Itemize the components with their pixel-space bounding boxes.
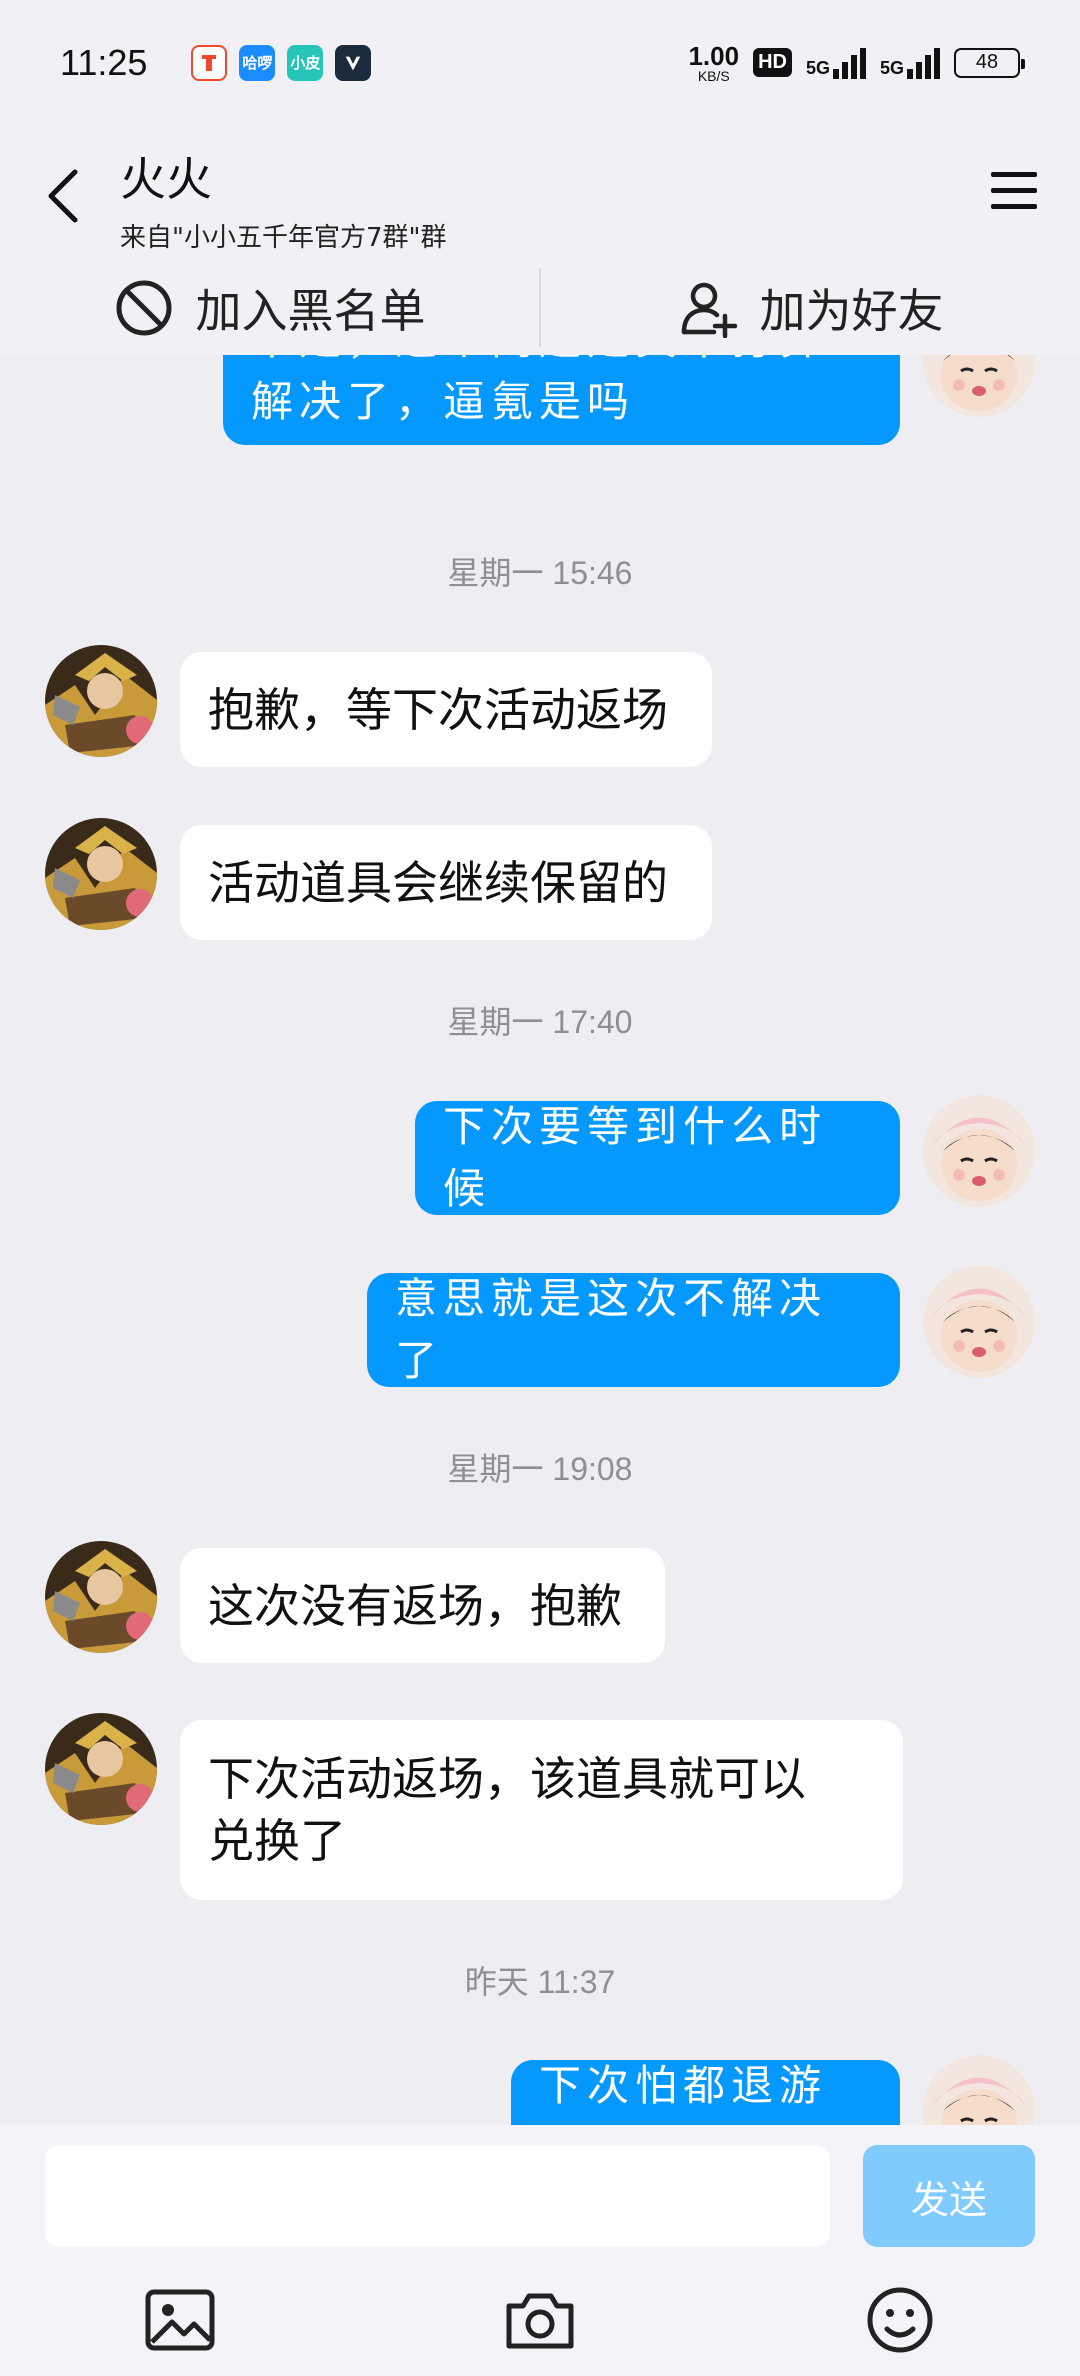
self-avatar[interactable] [923,355,1035,417]
message-list[interactable]: 不是，这个问题是真不打算解决了，逼氪是吗 星期一 15:46 抱歉，等下次活动返… [0,355,1080,2125]
battery-level: 48 [975,51,999,73]
hamburger-menu-icon [991,172,1037,209]
signal-bars-icon [832,47,866,79]
add-friend-label: 加为好友 [759,283,944,338]
network-type-2: 5G [879,57,904,78]
contact-source: 来自"小小五千年官方7群"群 [120,223,447,253]
signal-1: 5G [806,47,866,79]
contact-avatar[interactable] [45,1541,157,1653]
signal-bars-icon [907,47,940,79]
title-block: 火火 来自"小小五千年官方7群"群 [120,143,446,254]
message-bubble-outgoing[interactable]: 下次怕都退游了 [511,2060,900,2125]
message-text: 下次怕都退游了 [539,2061,828,2125]
message-text: 下次要等到什么时候 [443,1102,828,1213]
message-bubble-outgoing[interactable]: 不是，这个问题是真不打算解决了，逼氪是吗 [223,355,900,445]
app-icon-dark-v [335,44,372,81]
message-bubble-incoming[interactable]: 活动道具会继续保留的 [180,825,712,940]
smiley-icon [867,2287,933,2353]
app-icon-blue-haluo: 哈啰 [239,44,276,81]
camera-button[interactable] [500,2280,580,2360]
message-text: 不是，这个问题是真不打算解决了，逼氪是吗 [251,355,821,426]
net-speed: 1.00 KB/S [688,43,739,83]
hd-badge: HD [753,48,792,77]
chat-header: 火火 来自"小小五千年官方7群"群 [0,125,1080,260]
contact-avatar[interactable] [45,1713,157,1825]
contact-avatar[interactable] [45,818,157,930]
app-icon-teal-xiaopi: 小皮 [287,44,324,81]
action-bar: 加入黑名单 加为好友 [0,260,1080,355]
chevron-left-icon [48,169,78,223]
net-speed-unit: KB/S [697,67,730,84]
add-to-blacklist-button[interactable]: 加入黑名单 [0,260,539,355]
status-indicators: 1.00 KB/S HD 5G 5G 48 [688,43,1025,83]
camera-icon [506,2293,574,2349]
status-time: 11:25 [60,41,148,83]
net-speed-value: 1.00 [688,40,740,71]
add-user-icon [681,282,737,338]
message-text: 意思就是这次不解决了 [395,1274,828,1385]
blacklist-label: 加入黑名单 [195,283,426,338]
message-bubble-incoming[interactable]: 抱歉，等下次活动返场 [180,652,712,767]
contact-avatar[interactable] [45,645,157,757]
message-bubble-outgoing[interactable]: 下次要等到什么时候 [415,1101,900,1215]
back-button[interactable] [38,161,88,231]
message-bubble-incoming[interactable]: 下次活动返场，该道具就可以兑换了 [180,1720,903,1900]
send-button[interactable]: 发送 [863,2145,1035,2247]
status-bar: 11:25 哈啰 小皮 1.00 KB/S HD 5G 5G 48 [0,0,1080,125]
message-bubble-incoming[interactable]: 这次没有返场，抱歉 [180,1548,665,1663]
timestamp: 星期一 17:40 [447,1004,633,1040]
block-icon [116,280,171,335]
menu-button[interactable] [984,161,1044,221]
message-text: 这次没有返场，抱歉 [208,1578,622,1633]
image-icon [145,2289,215,2351]
message-bubble-outgoing[interactable]: 意思就是这次不解决了 [367,1273,900,1387]
contact-name: 火火 [120,152,212,206]
battery-icon: 48 [954,47,1025,78]
timestamp: 昨天 11:37 [464,1964,616,2000]
message-text: 抱歉，等下次活动返场 [208,682,668,737]
notification-icons: 哈啰 小皮 [191,44,372,81]
add-friend-button[interactable]: 加为好友 [541,260,1080,355]
message-text: 下次活动返场，该道具就可以兑换了 [208,1752,806,1868]
signal-2: 5G [880,47,940,79]
self-avatar[interactable] [923,2055,1035,2125]
app-icon-red [191,44,228,81]
image-picker-button[interactable] [140,2280,220,2360]
network-type-1: 5G [805,57,830,78]
message-text: 活动道具会继续保留的 [208,855,668,910]
timestamp: 星期一 19:08 [447,1451,633,1487]
timestamp: 星期一 15:46 [447,555,633,591]
message-input[interactable] [45,2145,830,2247]
input-area: 发送 [0,2125,1080,2376]
emoji-button[interactable] [860,2280,940,2360]
self-avatar[interactable] [923,1095,1035,1207]
self-avatar[interactable] [923,1266,1035,1378]
